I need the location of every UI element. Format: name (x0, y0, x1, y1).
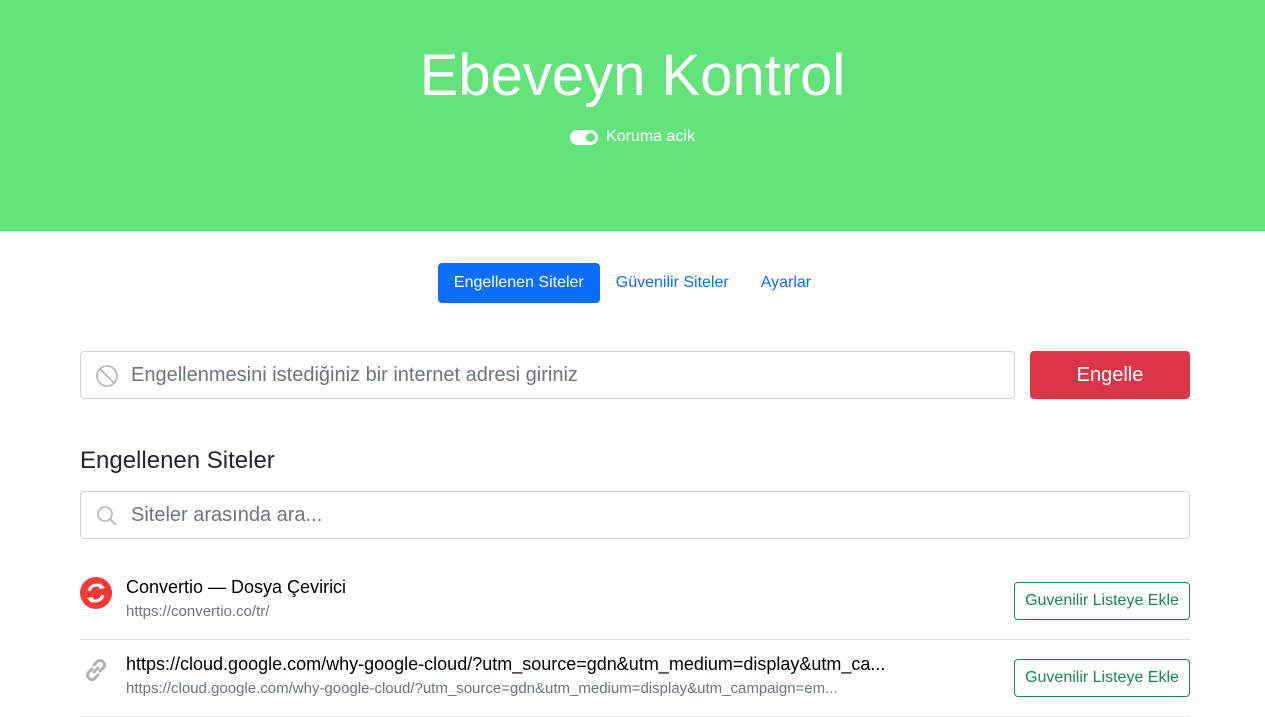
protection-label: Koruma acik (606, 128, 695, 145)
site-title: Convertio — Dosya Çevirici (126, 577, 347, 597)
search-icon (97, 506, 117, 526)
ban-icon (96, 365, 118, 387)
blocked-site-list: Convertio — Dosya Çevirici https://conve… (80, 563, 1190, 717)
site-search-input[interactable] (129, 492, 1179, 538)
block-url-input[interactable] (129, 352, 1009, 398)
add-to-trusted-button[interactable]: Guvenilir Listeye Ekle (1014, 659, 1190, 697)
list-item: https://cloud.google.com/why-google-clou… (80, 640, 1190, 717)
protection-toggle[interactable] (570, 129, 599, 145)
blocked-sites-heading: Engellenen Siteler (80, 447, 275, 474)
header-banner: Ebeveyn Kontrol Koruma acik (0, 0, 1265, 231)
site-title: https://cloud.google.com/why-google-clou… (126, 654, 886, 674)
tab-bar: Engellenen Siteler Güvenilir Siteler Aya… (0, 263, 1265, 303)
site-url: https://convertio.co/tr/ (126, 603, 270, 620)
convertio-icon (80, 577, 112, 609)
protection-toggle-group: Koruma acik (0, 128, 1265, 146)
block-form: Engelle (80, 351, 1190, 399)
block-url-field[interactable] (80, 351, 1015, 399)
site-search-field[interactable] (80, 491, 1190, 539)
list-item: Convertio — Dosya Çevirici https://conve… (80, 563, 1190, 640)
tab-blocked-sites[interactable]: Engellenen Siteler (437, 263, 600, 303)
tab-trusted-sites[interactable]: Güvenilir Siteler (600, 263, 745, 303)
toggle-knob (586, 132, 596, 142)
tab-settings[interactable]: Ayarlar (745, 263, 827, 303)
page-title: Ebeveyn Kontrol (419, 43, 846, 108)
link-icon (86, 659, 106, 681)
site-url: https://cloud.google.com/why-google-clou… (126, 680, 838, 697)
block-button[interactable]: Engelle (1030, 351, 1190, 399)
add-to-trusted-button[interactable]: Guvenilir Listeye Ekle (1014, 582, 1190, 620)
